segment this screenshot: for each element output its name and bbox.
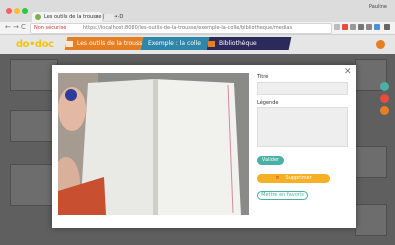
title-label: Titre	[257, 74, 269, 80]
validate-button[interactable]: Valider	[257, 156, 284, 165]
insecure-label[interactable]: Non sécurisé	[34, 24, 66, 33]
media-thumbnail[interactable]	[10, 59, 58, 91]
reload-icon[interactable]: C	[21, 23, 26, 32]
media-preview-image	[58, 73, 249, 215]
record-icon[interactable]	[380, 94, 389, 103]
address-bar[interactable]: Non sécurisé https://localhost:8080/les-…	[30, 23, 332, 34]
tab-close-icon[interactable]: ×	[95, 13, 99, 21]
forward-icon[interactable]: →	[13, 23, 19, 32]
folder-icon	[66, 40, 73, 47]
browser-toolbar: ← → C Non sécurisé https://localhost:808…	[0, 22, 395, 35]
nav-tab-label: Exemple : la colle	[148, 40, 201, 47]
media-thumbnail[interactable]	[10, 164, 56, 206]
title-input[interactable]	[257, 82, 348, 95]
url-text[interactable]: https://localhost:8080/les-outils-de-la-…	[83, 24, 292, 33]
menu-icon[interactable]	[384, 24, 390, 30]
favicon-icon	[35, 14, 41, 20]
app-header: do•doc Les outils de la trousse Exemple …	[0, 35, 395, 54]
user-icon[interactable]	[376, 40, 385, 49]
library-icon	[208, 40, 215, 47]
extension-icon[interactable]	[374, 24, 380, 30]
nav-tab-label: Bibliothèque	[219, 40, 257, 47]
app-logo[interactable]: do•doc	[16, 39, 54, 50]
extension-icon[interactable]	[358, 24, 364, 30]
maximize-window-button[interactable]	[22, 8, 28, 14]
media-thumbnail[interactable]	[355, 146, 387, 178]
profile-name[interactable]: Pauline	[369, 4, 387, 10]
upload-icon[interactable]	[380, 106, 389, 115]
delete-button[interactable]: ✕ Supprimer	[257, 174, 330, 183]
media-thumbnail[interactable]	[10, 110, 56, 142]
close-icon: ✕	[275, 175, 280, 181]
extension-icon[interactable]	[366, 24, 372, 30]
favorite-button[interactable]: Mettre en favoris	[257, 191, 308, 200]
nav-tab-label: Les outils de la trousse	[77, 40, 146, 47]
back-icon[interactable]: ←	[5, 23, 11, 32]
nav-tab-project[interactable]: Les outils de la trousse	[64, 37, 146, 50]
media-edit-modal: ✕ Titre Légende Valider ✕ Supprimer Mettr…	[52, 65, 356, 228]
new-tab-button[interactable]	[104, 14, 114, 21]
media-thumbnail[interactable]	[355, 204, 387, 236]
browser-tab[interactable]: Les outils de la trousse | Do·•·D ×	[32, 12, 123, 22]
caption-label: Légende	[257, 100, 279, 106]
nav-tab-folder[interactable]: Exemple : la colle	[140, 37, 210, 50]
extension-icon[interactable]	[350, 24, 356, 30]
minimize-window-button[interactable]	[14, 8, 20, 14]
bookmark-star-icon[interactable]	[334, 24, 340, 30]
close-window-button[interactable]	[6, 8, 12, 14]
notebook-photo	[58, 73, 249, 215]
browser-titlebar: Les outils de la trousse | Do·•·D × Paul…	[0, 0, 395, 22]
delete-label: Supprimer	[285, 175, 312, 181]
nav-tab-library[interactable]: Bibliothèque	[206, 37, 292, 50]
close-icon[interactable]: ✕	[344, 68, 352, 77]
extension-icon[interactable]	[342, 24, 348, 30]
add-media-icon[interactable]	[380, 82, 389, 91]
caption-textarea[interactable]	[257, 107, 348, 147]
